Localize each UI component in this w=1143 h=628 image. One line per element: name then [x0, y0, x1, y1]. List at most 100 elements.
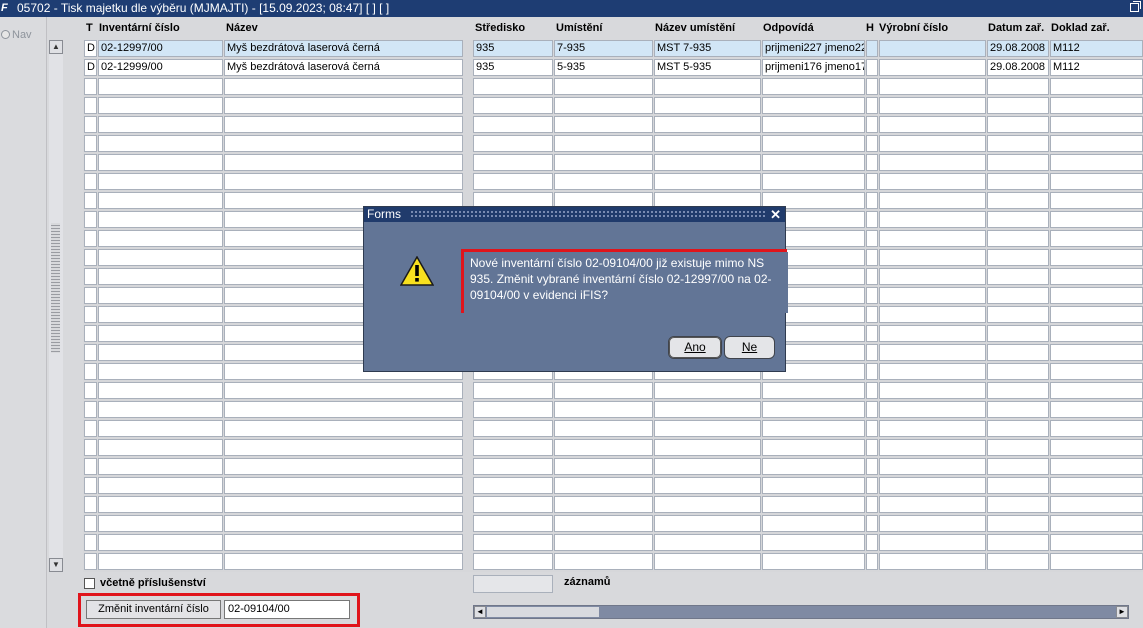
cell-install-document[interactable] [1050, 78, 1143, 95]
cell-responsible[interactable]: prijmeni227 jmeno227 [762, 40, 865, 57]
cell-h[interactable] [866, 534, 878, 551]
cell-install-date[interactable] [987, 496, 1049, 513]
cell-inventory-number[interactable] [98, 173, 223, 190]
cell-name[interactable] [224, 458, 463, 475]
cell-inventory-number[interactable] [98, 78, 223, 95]
cell-responsible[interactable] [762, 439, 865, 456]
cell-inventory-number[interactable] [98, 439, 223, 456]
cell-install-document[interactable] [1050, 458, 1143, 475]
cell-name[interactable] [224, 173, 463, 190]
cell-serial-number[interactable] [879, 382, 986, 399]
cell-location[interactable] [554, 116, 653, 133]
cell-install-date[interactable] [987, 420, 1049, 437]
cell-h[interactable] [866, 496, 878, 513]
cell-cost-center[interactable] [473, 97, 553, 114]
cell-location[interactable] [554, 496, 653, 513]
cell-serial-number[interactable] [879, 344, 986, 361]
cell-h[interactable] [866, 78, 878, 95]
cell-install-date[interactable] [987, 173, 1049, 190]
cell-cost-center[interactable] [473, 78, 553, 95]
cell-serial-number[interactable] [879, 534, 986, 551]
cell-name[interactable] [224, 553, 463, 570]
cell-install-date[interactable] [987, 97, 1049, 114]
cell-location[interactable] [554, 515, 653, 532]
cell-install-document[interactable] [1050, 306, 1143, 323]
cell-type[interactable] [84, 268, 97, 285]
cell-name[interactable] [224, 154, 463, 171]
cell-location-name[interactable] [654, 534, 761, 551]
cell-inventory-number[interactable] [98, 344, 223, 361]
cell-h[interactable] [866, 344, 878, 361]
cell-h[interactable] [866, 59, 878, 76]
cell-h[interactable] [866, 325, 878, 342]
cell-inventory-number[interactable] [98, 496, 223, 513]
cell-location[interactable] [554, 78, 653, 95]
cell-install-date[interactable]: 29.08.2008 [987, 40, 1049, 57]
cell-serial-number[interactable] [879, 192, 986, 209]
cell-location[interactable] [554, 97, 653, 114]
cell-location-name[interactable] [654, 420, 761, 437]
scroll-left-icon[interactable]: ◄ [474, 606, 486, 618]
cell-location-name[interactable] [654, 78, 761, 95]
cell-install-document[interactable] [1050, 211, 1143, 228]
cell-type[interactable] [84, 287, 97, 304]
cell-h[interactable] [866, 135, 878, 152]
cell-cost-center[interactable] [473, 458, 553, 475]
cell-type[interactable] [84, 420, 97, 437]
horizontal-scrollbar[interactable]: ◄ ► [473, 605, 1129, 619]
cell-location[interactable]: 7-935 [554, 40, 653, 57]
cell-type[interactable] [84, 97, 97, 114]
nav-item[interactable]: Nav [1, 29, 32, 41]
cell-type[interactable] [84, 154, 97, 171]
cell-h[interactable] [866, 192, 878, 209]
cell-cost-center[interactable] [473, 420, 553, 437]
cell-h[interactable] [866, 458, 878, 475]
cell-h[interactable] [866, 306, 878, 323]
cell-inventory-number[interactable] [98, 97, 223, 114]
cell-inventory-number[interactable] [98, 287, 223, 304]
cell-serial-number[interactable] [879, 401, 986, 418]
cell-type[interactable] [84, 344, 97, 361]
cell-h[interactable] [866, 230, 878, 247]
cell-name[interactable] [224, 135, 463, 152]
cell-type[interactable] [84, 458, 97, 475]
cell-inventory-number[interactable] [98, 363, 223, 380]
cell-location[interactable]: 5-935 [554, 59, 653, 76]
cell-responsible[interactable] [762, 420, 865, 437]
cell-install-date[interactable] [987, 515, 1049, 532]
cell-install-document[interactable] [1050, 268, 1143, 285]
cell-responsible[interactable] [762, 477, 865, 494]
cell-inventory-number[interactable] [98, 325, 223, 342]
cell-responsible[interactable] [762, 154, 865, 171]
cell-location-name[interactable] [654, 458, 761, 475]
cell-install-document[interactable] [1050, 287, 1143, 304]
cell-install-document[interactable] [1050, 382, 1143, 399]
cell-type[interactable] [84, 439, 97, 456]
cell-type[interactable] [84, 192, 97, 209]
cell-install-document[interactable] [1050, 325, 1143, 342]
cell-install-date[interactable] [987, 135, 1049, 152]
cell-type[interactable] [84, 363, 97, 380]
cell-cost-center[interactable] [473, 439, 553, 456]
cell-h[interactable] [866, 287, 878, 304]
cell-name[interactable] [224, 116, 463, 133]
cell-cost-center[interactable] [473, 382, 553, 399]
cell-serial-number[interactable] [879, 553, 986, 570]
scroll-up-icon[interactable]: ▲ [49, 40, 63, 54]
cell-location-name[interactable] [654, 116, 761, 133]
cell-install-document[interactable] [1050, 135, 1143, 152]
cell-install-document[interactable] [1050, 553, 1143, 570]
cell-cost-center[interactable] [473, 553, 553, 570]
yes-button[interactable]: Ano [668, 336, 722, 359]
cell-location-name[interactable]: MST 7-935 [654, 40, 761, 57]
cell-location-name[interactable]: MST 5-935 [654, 59, 761, 76]
cell-install-document[interactable] [1050, 230, 1143, 247]
cell-install-document[interactable] [1050, 249, 1143, 266]
cell-h[interactable] [866, 268, 878, 285]
cell-name[interactable] [224, 382, 463, 399]
cell-location-name[interactable] [654, 553, 761, 570]
cell-serial-number[interactable] [879, 154, 986, 171]
cell-h[interactable] [866, 439, 878, 456]
cell-serial-number[interactable] [879, 40, 986, 57]
cell-install-date[interactable] [987, 192, 1049, 209]
